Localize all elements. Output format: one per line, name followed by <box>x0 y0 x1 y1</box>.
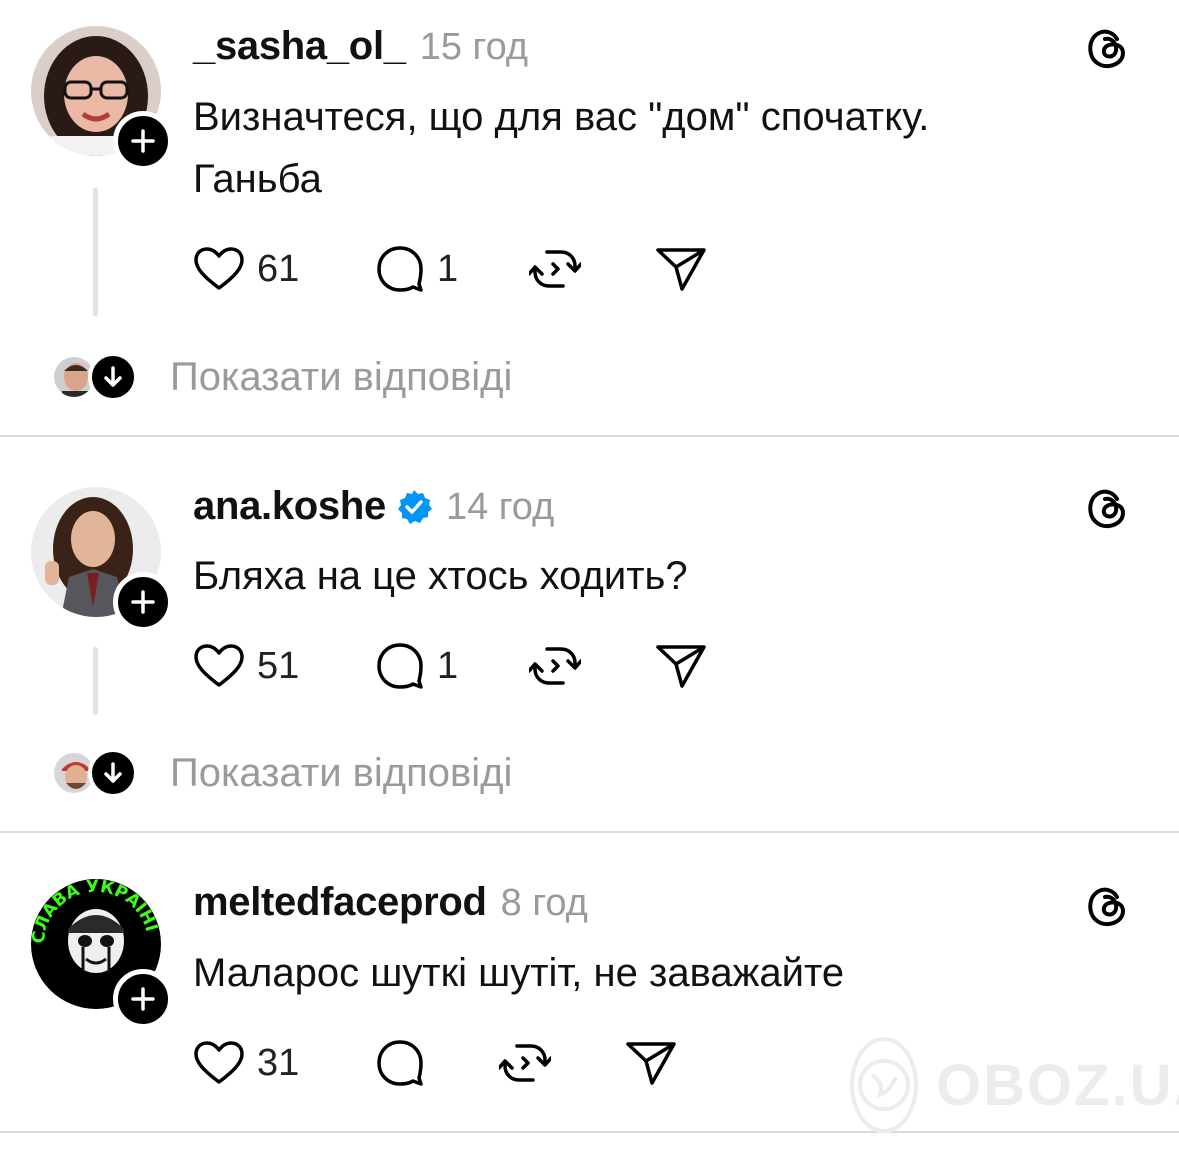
username[interactable]: meltedfaceprod <box>193 880 487 925</box>
post-text-line: Маларос шуткі шутіт, не заважайте <box>193 951 845 995</box>
plus-icon <box>131 987 155 1011</box>
arrow-down-icon <box>104 366 122 387</box>
like-count: 31 <box>257 1041 300 1084</box>
expand-replies-button[interactable] <box>88 748 138 798</box>
show-replies-link[interactable]: Показати відповіді <box>170 355 512 400</box>
comment-button[interactable] <box>375 1038 425 1088</box>
plus-icon <box>131 590 155 614</box>
comment-bubble-icon <box>377 246 423 292</box>
comment-count: 1 <box>437 247 459 290</box>
like-count: 61 <box>257 247 300 290</box>
follow-button[interactable] <box>113 969 173 1029</box>
watermark: OBOZ.UA <box>850 1030 1179 1140</box>
comment-button[interactable]: 1 <box>375 244 458 294</box>
comment-button[interactable]: 1 <box>375 641 458 691</box>
expand-replies-button[interactable] <box>88 352 138 402</box>
post-ana: ana.koshe 14 год Бляха на це хтось ходит… <box>0 437 1179 832</box>
arrow-down-icon <box>104 762 122 783</box>
threads-logo-icon[interactable] <box>1083 882 1131 930</box>
heart-icon <box>194 644 244 687</box>
repost-icon <box>529 647 581 685</box>
thread-line <box>93 647 98 715</box>
post-sasha: _sasha_ol_ 15 год Визначтеся, що для вас… <box>0 0 1179 436</box>
repost-button[interactable] <box>529 641 581 691</box>
thread-line <box>93 188 98 316</box>
share-button[interactable] <box>625 1038 677 1088</box>
show-replies-row[interactable]: Показати відповіді <box>52 748 512 798</box>
show-replies-row[interactable]: Показати відповіді <box>52 352 512 402</box>
send-icon <box>656 248 706 291</box>
heart-icon <box>194 247 244 290</box>
share-button[interactable] <box>655 641 707 691</box>
watermark-text: OBOZ.UA <box>936 1052 1179 1118</box>
comment-bubble-icon <box>377 1040 423 1086</box>
username[interactable]: _sasha_ol_ <box>193 24 406 69</box>
repost-button[interactable] <box>529 244 581 294</box>
send-icon <box>656 645 706 688</box>
post-text-line: Ганьба <box>193 157 322 201</box>
follow-button[interactable] <box>113 111 173 171</box>
timestamp: 14 год <box>445 486 555 528</box>
send-icon <box>626 1042 676 1085</box>
verified-badge-icon <box>397 489 432 524</box>
repost-icon <box>529 250 581 288</box>
plus-icon <box>131 129 155 153</box>
post-text-line: Бляха на це хтось ходить? <box>193 554 688 598</box>
like-button[interactable]: 61 <box>193 244 299 294</box>
username[interactable]: ana.koshe <box>193 484 386 529</box>
heart-icon <box>194 1041 244 1084</box>
post-header: ana.koshe 14 год <box>193 484 554 529</box>
timestamp: 15 год <box>419 26 529 68</box>
post-text: Бляха на це хтось ходить? <box>193 545 688 607</box>
like-count: 51 <box>257 644 300 687</box>
comment-count: 1 <box>437 644 459 687</box>
threads-logo-icon[interactable] <box>1083 484 1131 532</box>
like-button[interactable]: 51 <box>193 641 299 691</box>
repost-button[interactable] <box>499 1038 551 1088</box>
comment-bubble-icon <box>377 643 423 689</box>
post-header: meltedfaceprod 8 год <box>193 880 588 925</box>
like-button[interactable]: 31 <box>193 1038 299 1088</box>
post-header: _sasha_ol_ 15 год <box>193 24 528 69</box>
repost-icon <box>499 1044 551 1082</box>
show-replies-link[interactable]: Показати відповіді <box>170 751 512 796</box>
threads-logo-icon[interactable] <box>1083 24 1131 72</box>
globe-icon <box>850 1037 918 1133</box>
share-button[interactable] <box>655 244 707 294</box>
post-text: Визначтеся, що для вас "дом" спочатку. Г… <box>193 86 929 210</box>
follow-button[interactable] <box>113 572 173 632</box>
timestamp: 8 год <box>500 882 588 924</box>
post-text-line: Визначтеся, що для вас "дом" спочатку. <box>193 95 930 139</box>
post-text: Маларос шуткі шутіт, не заважайте <box>193 942 844 1004</box>
